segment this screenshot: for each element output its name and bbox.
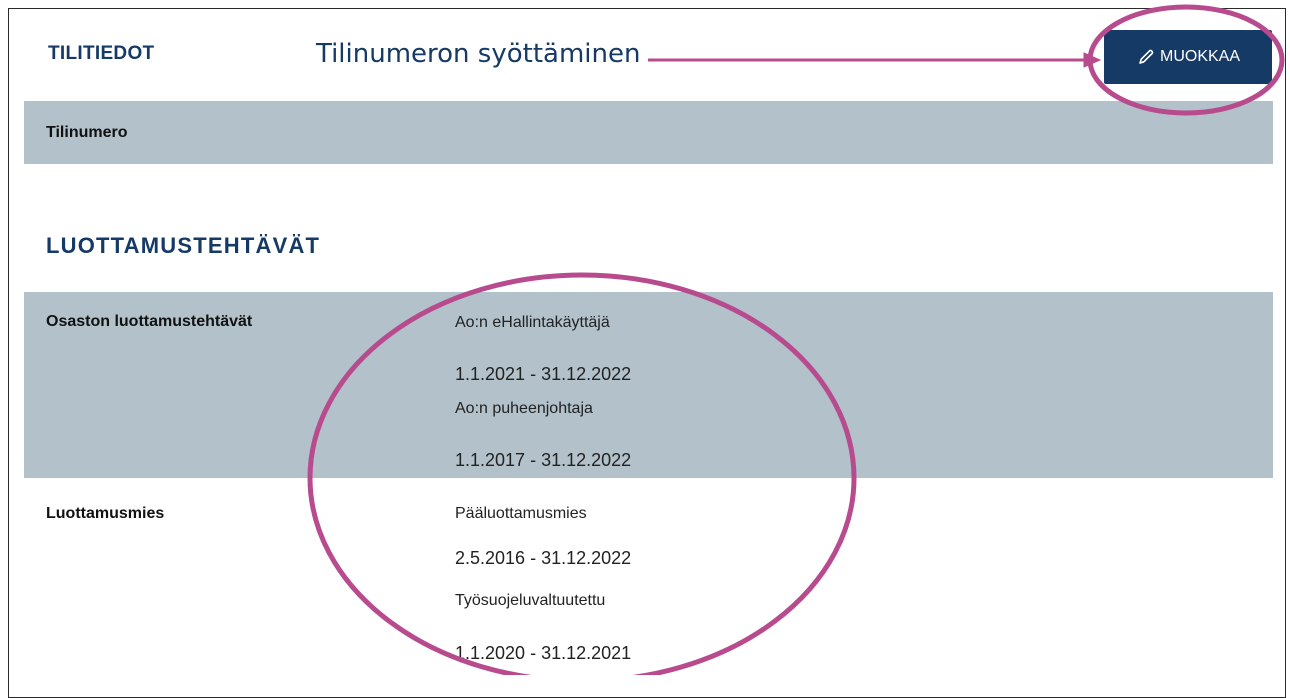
pencil-icon	[1136, 47, 1156, 67]
edit-button-label: MUOKKAA	[1159, 48, 1240, 65]
position-period: 1.1.2017 - 31.12.2022	[455, 450, 632, 470]
edit-button[interactable]: MUOKKAA	[1104, 30, 1272, 84]
position-title: Ao:n puheenjohtaja	[455, 400, 593, 417]
account-number-callout: Tilinumeron syöttäminen	[316, 39, 641, 69]
department-positions-label: Osaston luottamustehtävät	[46, 313, 253, 330]
position-title: Ao:n eHallintakäyttäjä	[455, 314, 610, 331]
position-period: 1.1.2020 - 31.12.2021	[455, 643, 632, 663]
position-title: Työsuojeluvaltuutettu	[455, 592, 606, 609]
account-number-label: Tilinumero	[46, 124, 128, 141]
position-period: 2.5.2016 - 31.12.2022	[455, 548, 632, 568]
account-number-row	[24, 101, 1273, 164]
positions-section-title: LUOTTAMUSTEHTÄVÄT	[46, 233, 321, 258]
position-period: 1.1.2021 - 31.12.2022	[455, 364, 632, 384]
position-title: Pääluottamusmies	[455, 505, 587, 522]
shop-steward-label: Luottamusmies	[46, 505, 165, 522]
account-section-title: TILITIEDOT	[48, 43, 155, 64]
